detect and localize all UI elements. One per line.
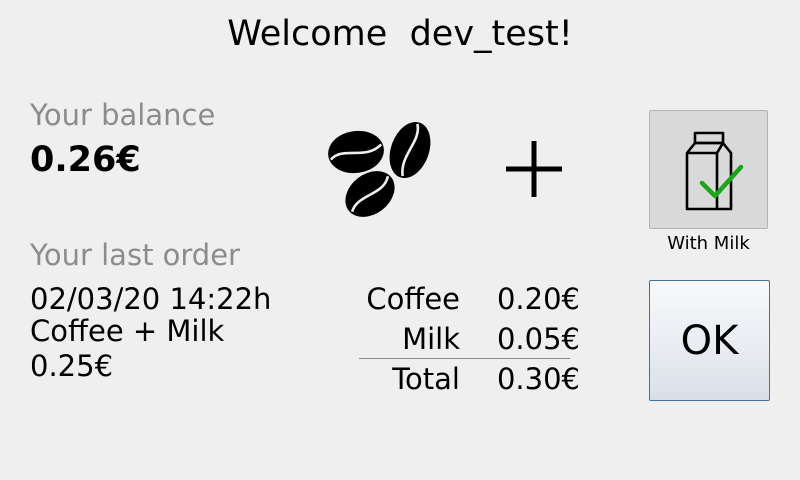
- receipt-total-price: 0.30€: [496, 362, 580, 396]
- welcome-title: Welcome dev_test!: [0, 14, 800, 54]
- plus-icon: [506, 141, 562, 197]
- balance-value: 0.26€: [30, 140, 141, 180]
- milk-carton-icon: [685, 131, 744, 211]
- coffee-beans-icon: [326, 118, 434, 222]
- receipt-divider: [359, 358, 570, 359]
- receipt-coffee-price: 0.20€: [496, 282, 580, 316]
- with-milk-label: With Milk: [667, 233, 750, 254]
- receipt-milk-price: 0.05€: [496, 322, 580, 356]
- username: dev_test: [409, 14, 559, 54]
- welcome-suffix: !: [558, 14, 573, 54]
- last-order-datetime: 02/03/20 14:22h: [30, 282, 272, 316]
- last-order-price: 0.25€: [30, 349, 114, 383]
- receipt-total-name: Total: [392, 362, 460, 396]
- receipt-coffee-name: Coffee: [366, 282, 460, 316]
- last-order-items: Coffee + Milk: [30, 314, 225, 348]
- balance-label: Your balance: [30, 98, 216, 132]
- last-order-label: Your last order: [30, 238, 240, 272]
- ok-button[interactable]: OK: [649, 280, 770, 401]
- receipt-milk-name: Milk: [402, 322, 460, 356]
- welcome-prefix: Welcome: [227, 14, 388, 54]
- with-milk-toggle[interactable]: [649, 110, 768, 229]
- checkmark-icon: [699, 164, 744, 199]
